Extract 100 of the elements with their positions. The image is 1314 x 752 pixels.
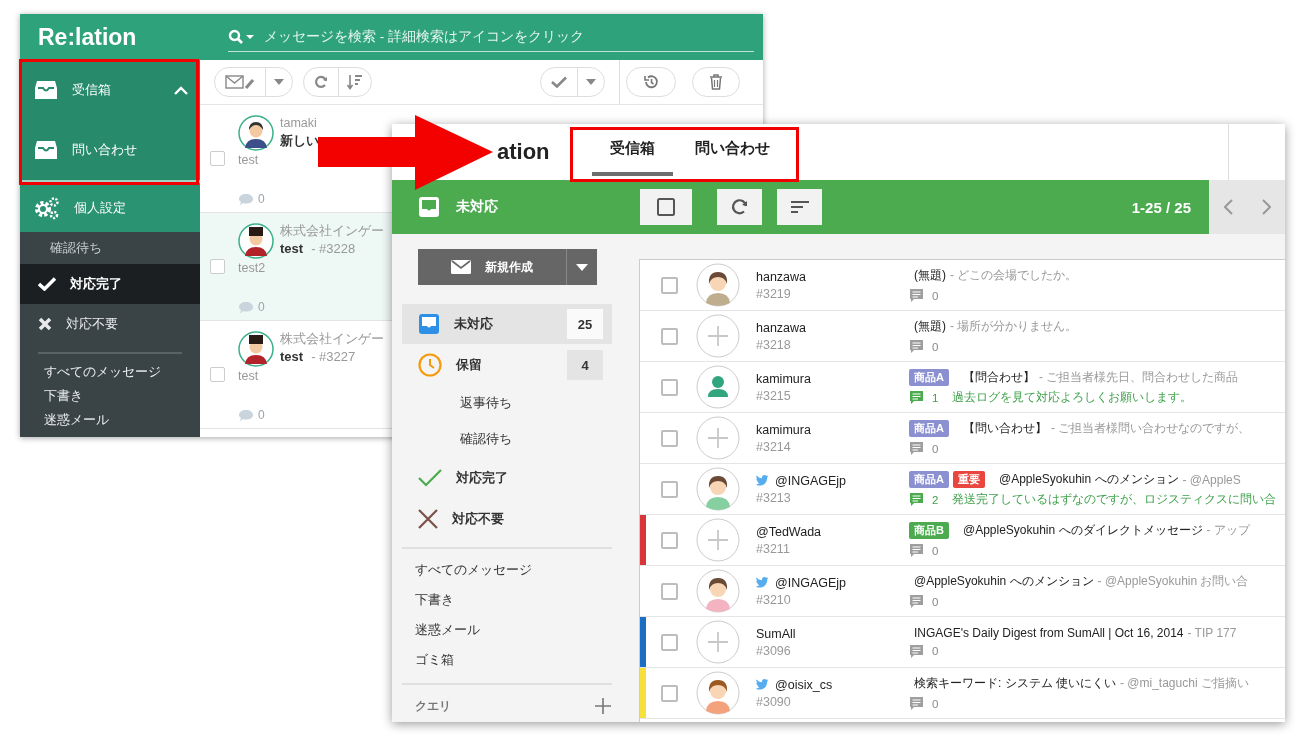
add-icon[interactable] (595, 698, 611, 714)
compose-menu-button[interactable] (567, 249, 597, 285)
delete-button[interactable] (692, 67, 740, 97)
nav-item[interactable]: 未対応 25 (402, 304, 612, 344)
checkbox[interactable] (209, 259, 225, 274)
message-row[interactable]: @INGAGEjp #3213 商品A 重要 @AppleSyokuhin へのメンション - @AppleS 2 発送完了しているはずなのですが、ロジスティクスに問い合 (640, 464, 1285, 515)
sort-button[interactable] (777, 189, 822, 225)
search-icon[interactable] (228, 28, 256, 45)
clock-icon (418, 353, 442, 377)
sort-icon (789, 200, 810, 214)
nav-item[interactable]: 保留 4 (402, 345, 612, 385)
folder-item[interactable]: すべてのメッセージ (20, 360, 200, 384)
sender-name: @INGAGEjp (775, 575, 847, 590)
tray-icon (418, 196, 440, 218)
latest-comment: 発送完了しているはずなのですが、ロジスティクスに問い合 (952, 492, 1277, 507)
message-row[interactable]: @TedWada #3211 商品B @AppleSyokuhin へのダイレクトメッセージ - アップ 0 (640, 515, 1285, 566)
checkbox[interactable] (660, 582, 678, 600)
chevron-icon[interactable] (174, 85, 188, 95)
sender-name: SumAll (756, 626, 796, 641)
tag: 商品A (909, 420, 949, 437)
checkbox[interactable] (660, 480, 678, 498)
status-item[interactable]: 対応不要 (20, 304, 200, 344)
query-heading: クエリ (415, 697, 451, 715)
comment-icon (909, 643, 924, 659)
mark-done-button[interactable] (540, 67, 605, 97)
checkbox[interactable] (660, 276, 678, 294)
refresh-button[interactable] (717, 189, 762, 225)
message-subject: test (280, 240, 304, 258)
message-row[interactable]: hanzawa #3219 (無題) - どこの会場でしたか。 0 (640, 260, 1285, 311)
message-row[interactable]: hanzawa #3218 (無題) - 場所が分かりません。 0 (640, 311, 1285, 362)
folder-item[interactable]: 迷惑メール (392, 615, 637, 645)
settings-item[interactable]: 個人設定 (20, 183, 200, 232)
sender-name: hanzawa (756, 320, 807, 335)
comment-icon (909, 288, 924, 303)
checkbox[interactable] (209, 367, 225, 382)
checkbox[interactable] (660, 378, 678, 396)
folder-item[interactable]: 下書き (392, 585, 637, 615)
comment-icon (909, 492, 924, 507)
refresh-sort-button[interactable] (303, 67, 372, 97)
nav-item[interactable]: 返事待ち (402, 385, 612, 421)
message-item[interactable]: 株式会社インゲー test - #3228 test2 0 (200, 213, 392, 321)
close-icon (38, 317, 52, 331)
comment-count: 0 (932, 289, 939, 302)
compose-button[interactable]: 新規作成 (418, 249, 567, 285)
inbox-item[interactable]: 受信箱 (20, 60, 200, 120)
sender-name: 株式会社インゲー (280, 331, 385, 347)
message-number: #3211 (756, 541, 791, 556)
folder-item[interactable]: ゴミ箱 (392, 645, 637, 675)
nav-item[interactable]: 対応不要 (402, 498, 612, 539)
message-number: #3090 (756, 694, 792, 709)
compose-button[interactable] (214, 67, 293, 97)
folder-item[interactable]: すべてのメッセージ (392, 555, 637, 585)
message-subject: 【問合わせ】 (962, 369, 1035, 386)
message-row[interactable]: @oisix_cs #3090 検索キーワード: システム 使いにくい - @mi_taguchi ご指摘い 0 (640, 668, 1285, 719)
message-preview: test (238, 153, 260, 167)
trash-icon (709, 74, 723, 90)
message-subject: test (280, 348, 304, 366)
sort-icon (347, 74, 363, 90)
checkbox[interactable] (660, 429, 678, 447)
close-icon (418, 508, 438, 529)
message-row[interactable]: kamimura #3214 商品A 【問い合わせ】 - ご担当者様問い合わせなのですが、 0 (640, 413, 1285, 464)
message-preview: - ご担当者様先日、問合わせした商品 (1038, 369, 1239, 386)
message-preview: test2 (238, 261, 267, 275)
sender-name: @INGAGEjp (775, 473, 847, 488)
message-preview: test (238, 369, 260, 383)
message-subject: @AppleSyokuhin へのメンション (998, 471, 1179, 488)
message-subject: 【問い合わせ】 (962, 420, 1047, 437)
nav-item[interactable]: 対応完了 (402, 457, 612, 498)
status-item[interactable]: 確認待ち (20, 232, 200, 264)
history-button[interactable] (626, 67, 676, 97)
select-all-checkbox[interactable] (640, 189, 692, 225)
checkbox[interactable] (660, 633, 678, 651)
comment-icon (909, 696, 924, 711)
checkbox[interactable] (209, 151, 225, 166)
comment-count: 0 (258, 408, 265, 422)
comment-icon (238, 408, 254, 422)
comment-count: 1 (932, 391, 939, 404)
inbox-tab[interactable]: 問い合わせ (677, 124, 788, 176)
message-number: #3215 (756, 388, 792, 403)
folder-item[interactable]: 下書き (20, 384, 200, 408)
status-item[interactable]: 対応完了 (20, 264, 200, 304)
message-number: #3210 (756, 592, 792, 607)
nav-item[interactable]: 確認待ち (402, 421, 612, 457)
comment-count: 0 (932, 645, 939, 657)
person-avatar (238, 115, 274, 151)
message-number: #3218 (756, 337, 792, 352)
checkbox[interactable] (660, 684, 678, 702)
comment-count: 0 (932, 442, 939, 455)
inbox-tab[interactable]: 受信箱 (592, 124, 673, 176)
inbox-item[interactable]: 問い合わせ (20, 120, 200, 180)
message-subject: 新しい (280, 132, 319, 150)
message-row[interactable]: SumAll #3096 INGAGE's Daily Digest from SumAll | Oct 16, 2014 - TIP 177 0 (640, 617, 1285, 668)
message-row[interactable]: @INGAGEjp #3210 @AppleSyokuhin へのメンション - @AppleSyokuhin お問い合 0 (640, 566, 1285, 617)
message-preview: - @mi_taguchi ご指摘い (1120, 675, 1249, 692)
checkbox[interactable] (660, 531, 678, 549)
tag: 商品A (909, 369, 949, 386)
tray-icon (418, 313, 440, 335)
message-row[interactable]: kamimura #3215 商品A 【問合わせ】 - ご担当者様先日、問合わせした商品 1 過去ログを見て対応よろしくお願いします。 (640, 362, 1285, 413)
checkbox[interactable] (660, 327, 678, 345)
folder-item[interactable]: 迷惑メール (20, 408, 200, 432)
